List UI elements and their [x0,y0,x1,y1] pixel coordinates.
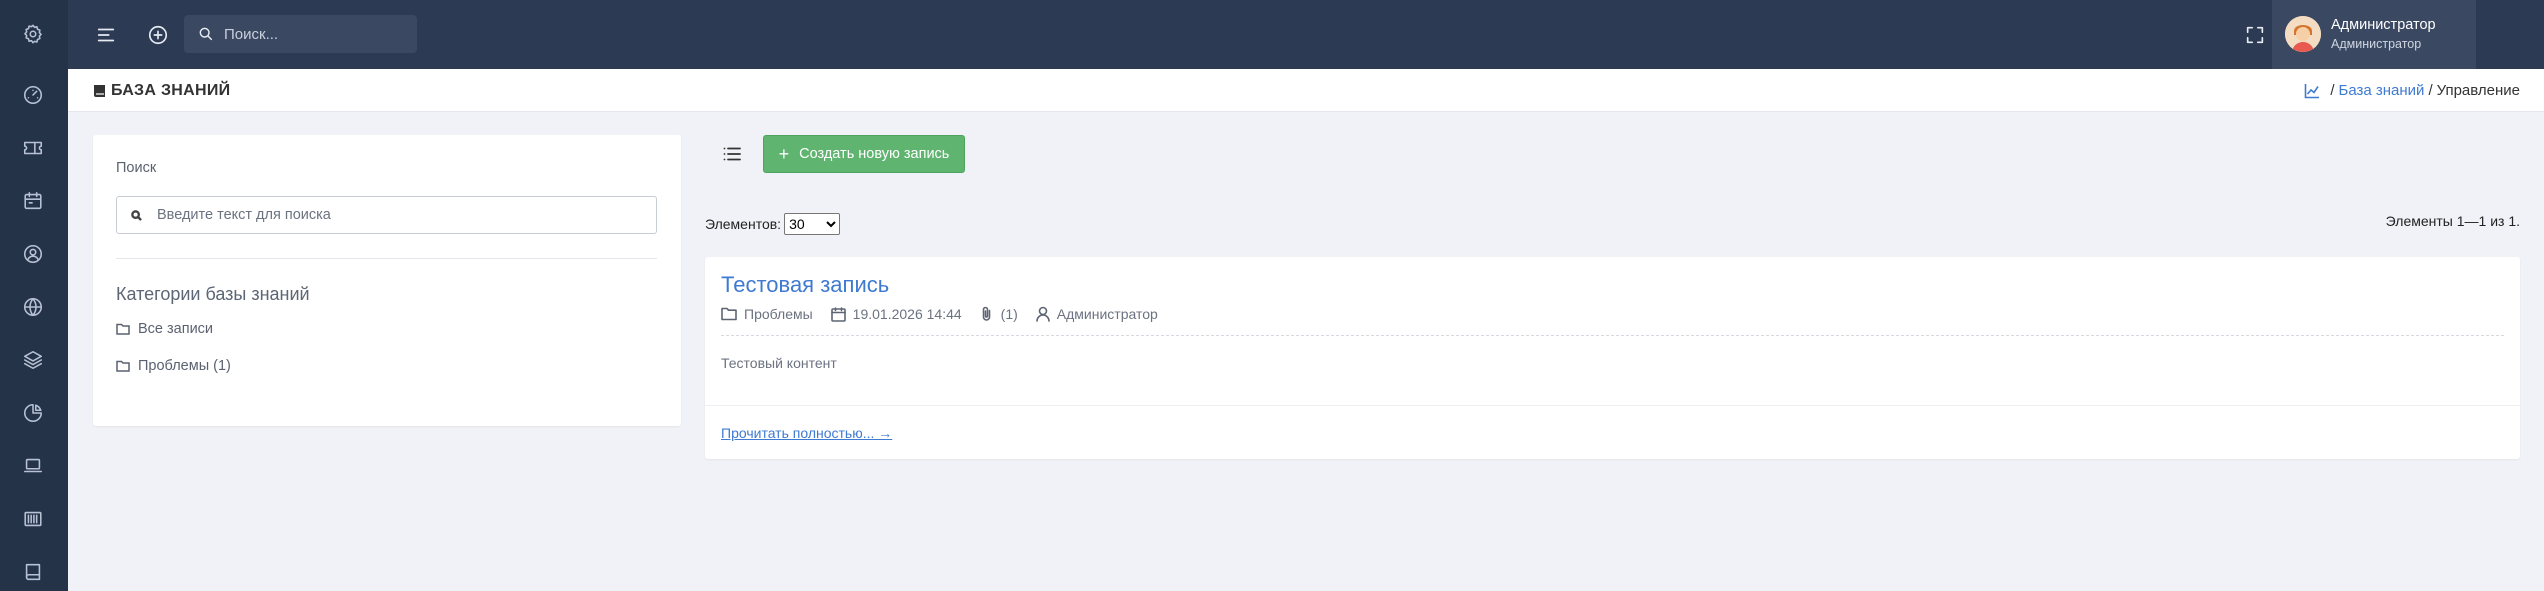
kb-search-box[interactable] [116,196,657,234]
global-search-input[interactable] [224,25,414,43]
barcode-icon[interactable] [18,504,48,534]
page-size-select[interactable]: 30 [784,213,841,235]
category-label: Проблемы (1) [138,358,231,374]
dashboard-gauge-icon[interactable] [18,80,48,110]
user-icon [1035,306,1050,322]
folder-icon [116,323,130,335]
divider [721,335,2504,336]
page-size-label: Элементов: [705,216,782,232]
fullscreen-icon[interactable] [2239,19,2271,51]
global-search[interactable] [184,15,417,53]
page-header: БАЗА ЗНАНИЙ / База знаний / Управление [68,69,2544,112]
entry-attachments: (1) [1000,306,1018,322]
read-more-link[interactable]: Прочитать полностью... → [721,425,892,441]
add-circle-icon[interactable] [142,19,174,51]
breadcrumb-current: Управление [2436,82,2520,99]
breadcrumb: / База знаний / Управление [2304,82,2520,99]
entry-meta: Проблемы 19.01.2026 14:44 (1) Администра… [721,303,1176,325]
entry-title[interactable]: Тестовая запись [721,272,889,298]
calendar-icon[interactable] [18,186,48,216]
folder-icon [721,307,737,321]
avatar[interactable] [2285,16,2321,52]
categories-title: Категории базы знаний [116,284,310,304]
laptop-icon[interactable] [18,451,48,481]
user-name[interactable]: Администратор [2331,17,2436,33]
page-title-text: БАЗА ЗНАНИЙ [111,82,231,99]
search-label: Поиск [116,160,157,176]
list-view-icon[interactable] [712,138,752,170]
category-problems[interactable]: Проблемы (1) [116,358,231,374]
top-bar [68,0,2544,69]
kb-search-input[interactable] [157,207,637,223]
entry-category: Проблемы [744,306,813,322]
breadcrumb-link-knowledge-base[interactable]: База знаний [2338,82,2424,99]
menu-toggle-icon[interactable] [90,19,122,51]
pie-chart-icon[interactable] [18,398,48,428]
divider [116,258,657,259]
create-entry-label: Создать новую запись [799,146,950,162]
plus-icon: + [778,144,790,164]
entry-date: 19.01.2026 14:44 [852,306,962,322]
divider [705,405,2520,406]
entry-author: Администратор [1056,306,1158,322]
folder-icon [116,360,130,372]
search-icon [131,209,142,221]
category-label: Все записи [138,321,214,337]
calendar-icon [830,306,846,322]
entry-content: Тестовый контент [721,355,837,371]
layers-icon[interactable] [18,345,48,375]
category-all[interactable]: Все записи [116,321,213,337]
book-icon [94,85,105,97]
filter-panel: Поиск Категории базы знаний Все записи П… [93,135,681,426]
contacts-icon[interactable] [18,239,48,269]
globe-icon[interactable] [18,292,48,322]
left-sidebar [0,0,68,591]
breadcrumb-separator: / [2330,82,2335,99]
create-entry-button[interactable]: + Создать новую запись [763,135,965,173]
breadcrumb-separator: / [2428,82,2433,99]
book-icon[interactable] [18,557,48,587]
user-role: Администратор [2331,37,2422,51]
page-size-control: Элементов: 30 [705,213,841,235]
paperclip-icon [982,306,990,321]
ticket-icon[interactable] [18,133,48,163]
search-icon [199,27,213,41]
chart-line-icon[interactable] [2304,83,2320,99]
page-title: БАЗА ЗНАНИЙ [93,82,230,100]
kb-entry-card: Тестовая запись Проблемы 19.01.2026 14:4… [705,257,2520,459]
items-range: Элементы 1—1 из 1. [2385,213,2520,229]
settings-icon[interactable] [18,19,48,49]
